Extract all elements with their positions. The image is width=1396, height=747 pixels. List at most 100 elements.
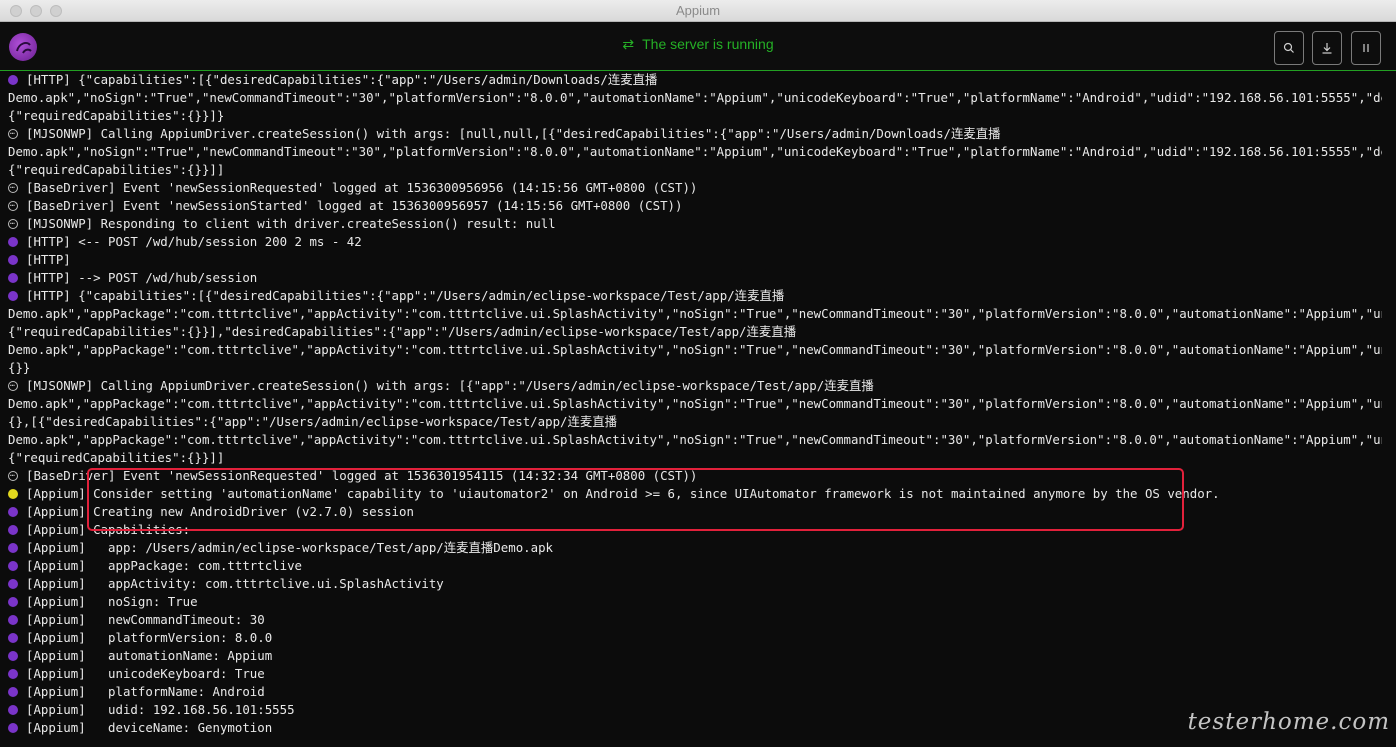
debug-badge-icon bbox=[8, 179, 18, 195]
debug-badge-icon bbox=[8, 215, 18, 231]
info-badge-icon bbox=[8, 723, 18, 733]
info-badge-icon bbox=[8, 669, 18, 679]
log-line: [HTTP] bbox=[0, 251, 1382, 269]
log-line: [Appium] platformVersion: 8.0.0 bbox=[0, 629, 1382, 647]
log-line-text: Demo.apk","noSign":"True","newCommandTim… bbox=[8, 90, 1382, 105]
log-line: [MJSONWP] Calling AppiumDriver.createSes… bbox=[0, 377, 1382, 395]
log-line-text: Demo.apk","appPackage":"com.tttrtclive",… bbox=[8, 306, 1382, 321]
log-line: [Appium] platformName: Android bbox=[0, 683, 1382, 701]
info-badge-icon bbox=[8, 237, 18, 247]
log-line: {"requiredCapabilities":{}}]] bbox=[0, 449, 1382, 467]
server-status: ⇄ The server is running bbox=[0, 36, 1396, 53]
info-badge-icon bbox=[8, 543, 18, 553]
log-line-text: [Appium] appActivity: com.tttrtclive.ui.… bbox=[26, 576, 444, 591]
window-titlebar: Appium bbox=[0, 0, 1396, 22]
info-badge-icon bbox=[8, 291, 18, 301]
log-line: Demo.apk","appPackage":"com.tttrtclive",… bbox=[0, 395, 1382, 413]
log-line-text: {"requiredCapabilities":{}}],"desiredCap… bbox=[8, 324, 797, 339]
search-icon bbox=[1283, 42, 1294, 53]
log-line-text: [Appium] Creating new AndroidDriver (v2.… bbox=[26, 504, 414, 519]
log-line-text: Demo.apk","noSign":"True","newCommandTim… bbox=[8, 144, 1382, 159]
log-line-text: [Appium] unicodeKeyboard: True bbox=[26, 666, 265, 681]
info-badge-icon bbox=[8, 255, 18, 265]
log-line-text: [Appium] Capabilities: bbox=[26, 522, 191, 537]
log-line-text: [HTTP] bbox=[26, 252, 71, 267]
log-line-text: [Appium] platformName: Android bbox=[26, 684, 265, 699]
log-line-text: [BaseDriver] Event 'newSessionRequested'… bbox=[26, 180, 698, 195]
log-line: {},[{"desiredCapabilities":{"app":"/User… bbox=[0, 413, 1382, 431]
log-line-text: [HTTP] {"capabilities":[{"desiredCapabil… bbox=[26, 288, 785, 303]
log-line-text: [Appium] noSign: True bbox=[26, 594, 198, 609]
log-line-text: [HTTP] --> POST /wd/hub/session bbox=[26, 270, 258, 285]
search-logs-button[interactable] bbox=[1274, 31, 1304, 65]
info-badge-icon bbox=[8, 273, 18, 283]
log-line-text: [MJSONWP] Responding to client with driv… bbox=[26, 216, 556, 231]
log-line-text: Demo.apk","appPackage":"com.tttrtclive",… bbox=[8, 396, 1382, 411]
log-line: [Appium] newCommandTimeout: 30 bbox=[0, 611, 1382, 629]
refresh-icon: ⇄ bbox=[622, 36, 635, 52]
log-line-text: [Appium] deviceName: Genymotion bbox=[26, 720, 273, 735]
log-line: Demo.apk","noSign":"True","newCommandTim… bbox=[0, 143, 1382, 161]
info-badge-icon bbox=[8, 75, 18, 85]
log-line: [BaseDriver] Event 'newSessionRequested'… bbox=[0, 179, 1382, 197]
log-line: [Appium] automationName: Appium bbox=[0, 647, 1382, 665]
info-badge-icon bbox=[8, 633, 18, 643]
log-line-text: [BaseDriver] Event 'newSessionStarted' l… bbox=[26, 198, 683, 213]
log-line: Demo.apk","noSign":"True","newCommandTim… bbox=[0, 89, 1382, 107]
info-badge-icon bbox=[8, 579, 18, 589]
info-badge-icon bbox=[8, 561, 18, 571]
log-line: [Appium] deviceName: Genymotion bbox=[0, 719, 1382, 737]
log-line: [BaseDriver] Event 'newSessionRequested'… bbox=[0, 467, 1382, 485]
log-line: {"requiredCapabilities":{}}],"desiredCap… bbox=[0, 323, 1382, 341]
log-line: [Appium] appActivity: com.tttrtclive.ui.… bbox=[0, 575, 1382, 593]
log-line-text: {"requiredCapabilities":{}}]] bbox=[8, 450, 225, 465]
info-badge-icon bbox=[8, 507, 18, 517]
info-badge-icon bbox=[8, 705, 18, 715]
log-line-text: Demo.apk","appPackage":"com.tttrtclive",… bbox=[8, 342, 1382, 357]
info-badge-icon bbox=[8, 687, 18, 697]
info-badge-icon bbox=[8, 651, 18, 661]
log-line: {"requiredCapabilities":{}}]] bbox=[0, 161, 1382, 179]
log-line: Demo.apk","appPackage":"com.tttrtclive",… bbox=[0, 305, 1382, 323]
log-line-text: [Appium] udid: 192.168.56.101:5555 bbox=[26, 702, 295, 717]
log-line-text: [Appium] automationName: Appium bbox=[26, 648, 273, 663]
log-line: [Appium] app: /Users/admin/eclipse-works… bbox=[0, 539, 1382, 557]
log-line: {}} bbox=[0, 359, 1382, 377]
log-line-text: [BaseDriver] Event 'newSessionRequested'… bbox=[26, 468, 698, 483]
log-line: {"requiredCapabilities":{}}]} bbox=[0, 107, 1382, 125]
download-logs-button[interactable] bbox=[1312, 31, 1342, 65]
info-badge-icon bbox=[8, 597, 18, 607]
log-line-text: [Appium] Consider setting 'automationNam… bbox=[26, 486, 1220, 501]
log-scrollbar[interactable] bbox=[1382, 71, 1396, 747]
server-log[interactable]: [HTTP] {"capabilities":[{"desiredCapabil… bbox=[0, 71, 1382, 747]
warning-badge-icon bbox=[8, 489, 18, 499]
log-line: [HTTP] {"capabilities":[{"desiredCapabil… bbox=[0, 287, 1382, 305]
log-line: [HTTP] --> POST /wd/hub/session bbox=[0, 269, 1382, 287]
log-line-text: {},[{"desiredCapabilities":{"app":"/User… bbox=[8, 414, 618, 429]
log-line: [MJSONWP] Responding to client with driv… bbox=[0, 215, 1382, 233]
info-badge-icon bbox=[8, 615, 18, 625]
log-line: [Appium] noSign: True bbox=[0, 593, 1382, 611]
log-line-text: [Appium] app: /Users/admin/eclipse-works… bbox=[26, 540, 553, 555]
log-line-text: Demo.apk","appPackage":"com.tttrtclive",… bbox=[8, 432, 1382, 447]
log-line-text: {"requiredCapabilities":{}}]} bbox=[8, 108, 225, 123]
log-line: Demo.apk","appPackage":"com.tttrtclive",… bbox=[0, 431, 1382, 449]
window-title: Appium bbox=[675, 3, 721, 18]
server-header: ⇄ The server is running bbox=[0, 22, 1396, 71]
log-line: [Appium] Creating new AndroidDriver (v2.… bbox=[0, 503, 1382, 521]
debug-badge-icon bbox=[8, 197, 18, 213]
log-line: [Appium] Consider setting 'automationNam… bbox=[0, 485, 1382, 503]
log-line-text: [Appium] appPackage: com.tttrtclive bbox=[26, 558, 303, 573]
log-line: Demo.apk","appPackage":"com.tttrtclive",… bbox=[0, 341, 1382, 359]
log-line: [HTTP] <-- POST /wd/hub/session 200 2 ms… bbox=[0, 233, 1382, 251]
info-badge-icon bbox=[8, 525, 18, 535]
log-line: [Appium] udid: 192.168.56.101:5555 bbox=[0, 701, 1382, 719]
server-status-text: The server is running bbox=[642, 36, 774, 52]
log-line-text: [HTTP] {"capabilities":[{"desiredCapabil… bbox=[26, 72, 658, 87]
pause-button[interactable] bbox=[1351, 31, 1381, 65]
debug-badge-icon bbox=[8, 125, 18, 141]
log-line: [MJSONWP] Calling AppiumDriver.createSes… bbox=[0, 125, 1382, 143]
pause-icon bbox=[1363, 44, 1369, 52]
download-icon bbox=[1322, 43, 1332, 54]
log-line: [BaseDriver] Event 'newSessionStarted' l… bbox=[0, 197, 1382, 215]
